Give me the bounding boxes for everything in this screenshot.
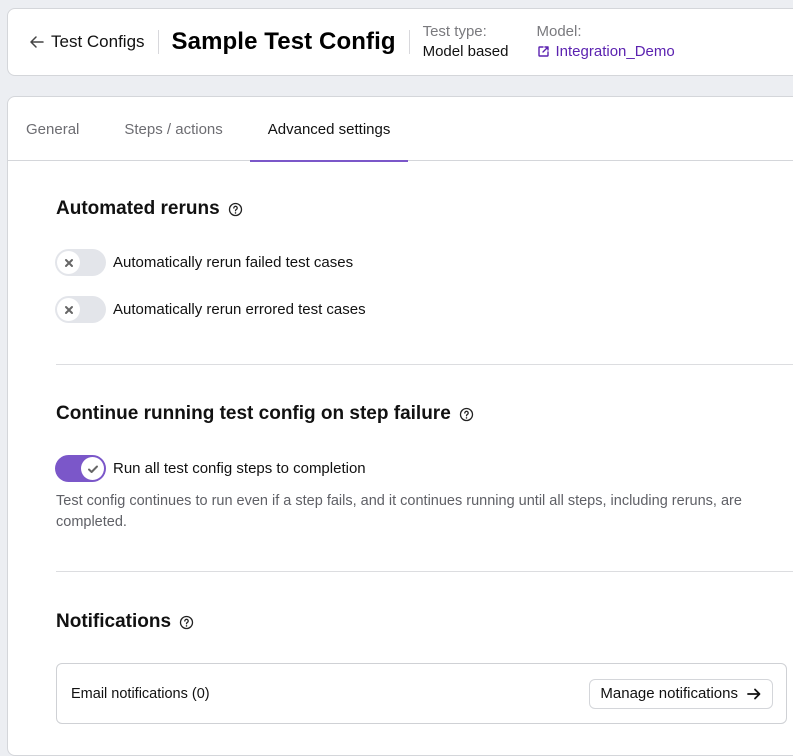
tab-advanced-settings[interactable]: Advanced settings: [249, 97, 408, 162]
section-title: Notifications: [56, 611, 172, 632]
help-icon[interactable]: [459, 407, 474, 422]
settings-panel: General Steps / actions Advanced setting…: [7, 96, 793, 756]
external-link-icon: [537, 46, 549, 57]
arrow-left-icon: [30, 36, 44, 48]
model-link[interactable]: Integration_Demo: [537, 41, 675, 62]
tab-bar: General Steps / actions Advanced setting…: [8, 97, 793, 162]
run-to-completion-toggle[interactable]: [55, 455, 106, 482]
x-icon: [64, 305, 73, 314]
check-icon: [87, 465, 98, 473]
model-meta: Model: Integration_Demo: [537, 22, 675, 62]
rerun-failed-label: Automatically rerun failed test cases: [113, 254, 354, 271]
divider: [157, 30, 159, 54]
help-icon[interactable]: [228, 202, 243, 217]
run-to-completion-label: Run all test config steps to completion: [113, 460, 366, 477]
run-to-completion-row: Run all test config steps to completion: [55, 455, 366, 482]
help-icon[interactable]: [179, 615, 194, 630]
rerun-errored-label: Automatically rerun errored test cases: [113, 301, 366, 318]
tab-general[interactable]: General: [26, 97, 79, 161]
section-divider: [56, 364, 793, 365]
rerun-errored-toggle[interactable]: [55, 296, 106, 323]
rerun-failed-row: Automatically rerun failed test cases: [55, 249, 353, 276]
divider: [408, 30, 410, 54]
automated-reruns-heading: Automated reruns: [56, 198, 243, 220]
test-type-meta: Test type: Model based: [423, 22, 509, 62]
notifications-heading: Notifications: [56, 611, 194, 633]
arrow-right-icon: [747, 688, 761, 699]
back-link-label: Test Configs: [51, 32, 145, 51]
page-header: Test Configs Sample Test Config Test typ…: [7, 8, 793, 76]
rerun-errored-row: Automatically rerun errored test cases: [55, 296, 366, 323]
email-notifications-card: Email notifications (0) Manage notificat…: [56, 663, 787, 724]
section-title: Automated reruns: [56, 198, 220, 219]
section-title: Continue running test config on step fai…: [56, 403, 451, 424]
run-to-completion-description: Test config continues to run even if a s…: [56, 493, 742, 530]
model-link-label: Integration_Demo: [555, 43, 675, 60]
manage-notifications-button[interactable]: Manage notifications: [589, 678, 773, 709]
x-icon: [64, 258, 73, 267]
tab-steps-actions[interactable]: Steps / actions: [124, 97, 222, 161]
test-type-value: Model based: [422, 43, 509, 60]
back-link[interactable]: Test Configs: [28, 32, 145, 52]
continue-running-heading: Continue running test config on step fai…: [56, 403, 474, 425]
model-label: Model:: [536, 23, 582, 40]
section-divider: [56, 571, 793, 572]
rerun-failed-toggle[interactable]: [55, 249, 106, 276]
page-title: Sample Test Config: [171, 28, 396, 55]
manage-notifications-label: Manage notifications: [600, 685, 738, 702]
email-notifications-label: Email notifications (0): [71, 685, 210, 702]
test-type-label: Test type:: [422, 23, 487, 40]
